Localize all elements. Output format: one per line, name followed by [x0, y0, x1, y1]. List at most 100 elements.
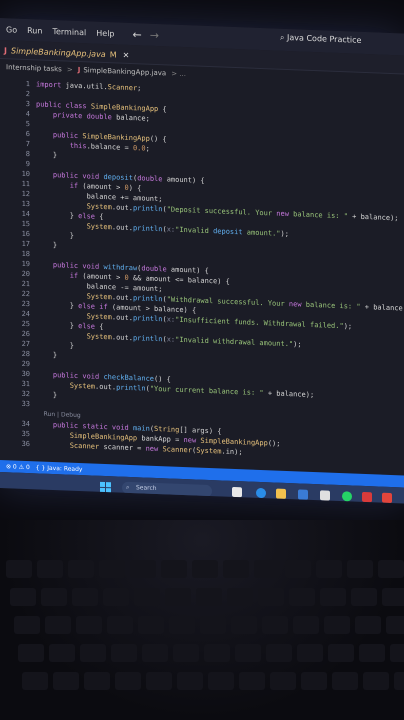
- keyboard-key: [165, 588, 191, 606]
- line-number: 24: [21, 309, 30, 319]
- menu-help[interactable]: Help: [96, 28, 114, 38]
- code-text: }: [36, 240, 58, 250]
- keyboard-key: [258, 588, 284, 606]
- keyboard-key: [76, 616, 102, 634]
- line-number: 17: [21, 239, 30, 249]
- keyboard-key: [68, 560, 94, 578]
- breadcrumb-separator: >: [66, 65, 73, 74]
- breadcrumb-folder[interactable]: Internship tasks: [6, 63, 62, 73]
- keyboard-key: [386, 616, 404, 634]
- modified-badge: M: [109, 49, 117, 59]
- line-number: 19: [21, 259, 30, 269]
- monitor-screen: Go Run Terminal Help ← → ⌕ Java Code Pra…: [0, 18, 404, 504]
- line-number: 11: [21, 179, 30, 189]
- menu-run[interactable]: Run: [27, 26, 42, 36]
- line-number: 20: [21, 269, 30, 279]
- keyboard-key: [192, 560, 218, 578]
- keyboard-key: [351, 588, 377, 606]
- java-file-icon: J: [77, 65, 81, 75]
- search-icon: ⌕: [126, 483, 130, 491]
- line-number: 14: [21, 209, 30, 219]
- edge-browser-icon[interactable]: [256, 487, 266, 499]
- keyboard-key: [10, 588, 36, 606]
- line-number: 4: [25, 109, 30, 119]
- line-number: 3: [25, 99, 30, 109]
- keyboard-key: [37, 560, 63, 578]
- close-icon[interactable]: ✕: [123, 50, 130, 59]
- tab-simplebankingapp[interactable]: J SimpleBankingApp.java M ✕: [4, 42, 129, 63]
- file-explorer-icon[interactable]: [276, 488, 286, 499]
- store-icon[interactable]: [298, 489, 308, 500]
- code-editor[interactable]: 1 import java.util.Scanner; 2 3 public class…: [0, 78, 404, 474]
- keyboard-key: [390, 644, 404, 662]
- line-number: 33: [21, 399, 30, 409]
- code-text: System.out.println(x:"Invalid withdrawal…: [86, 332, 302, 349]
- keyboard-key: [161, 560, 187, 578]
- keyboard-key: [320, 588, 346, 606]
- app-icon-orange[interactable]: [382, 492, 392, 504]
- line-number: 9: [25, 159, 30, 169]
- code-text: System.out.println(x:"Invalid deposit am…: [86, 222, 289, 239]
- menu-terminal[interactable]: Terminal: [52, 27, 86, 37]
- keyboard-key: [239, 672, 265, 690]
- code-text: }: [36, 390, 58, 400]
- keyboard-key: [142, 644, 168, 662]
- keyboard-key: [22, 672, 48, 690]
- keyboard-key: [293, 616, 319, 634]
- keyboard-key: [41, 588, 67, 606]
- whatsapp-icon[interactable]: [342, 491, 352, 502]
- keyboard-key: [138, 616, 164, 634]
- code-text: System.out.println("Your current balance…: [69, 381, 315, 400]
- keyboard-key: [45, 616, 71, 634]
- keyboard-key: [378, 560, 404, 578]
- problems-indicator[interactable]: ⊗ 0 ⚠ 0: [6, 463, 30, 471]
- line-number: 1: [25, 79, 30, 89]
- keyboard-key: [266, 644, 292, 662]
- keyboard-key: [223, 560, 249, 578]
- line-number: 16: [21, 229, 30, 239]
- keyboard-key: [14, 616, 40, 634]
- line-number: 6: [25, 129, 30, 139]
- keyboard-key: [173, 644, 199, 662]
- line-number: 31: [21, 379, 30, 389]
- line-number: 25: [21, 319, 30, 329]
- keyboard-key: [231, 616, 257, 634]
- line-number: 34: [21, 419, 30, 429]
- keyboard-key: [355, 616, 381, 634]
- taskbar-search[interactable]: ⌕ Search: [122, 481, 212, 498]
- command-center-search[interactable]: ⌕ Java Code Practice: [280, 33, 361, 46]
- keyboard-key: [115, 672, 141, 690]
- line-number: 26: [21, 329, 30, 339]
- keyboard-key: [72, 588, 98, 606]
- keyboard-key: [227, 588, 253, 606]
- line-number: 29: [21, 359, 30, 369]
- line-number: 10: [21, 169, 30, 179]
- back-arrow-icon[interactable]: ←: [133, 28, 142, 41]
- line-number: 5: [25, 119, 30, 129]
- keyboard-key: [200, 616, 226, 634]
- menu-go[interactable]: Go: [6, 25, 17, 34]
- line-number: 21: [21, 279, 30, 289]
- mail-icon[interactable]: [320, 490, 330, 501]
- keyboard-key: [107, 616, 133, 634]
- line-number: 18: [21, 249, 30, 259]
- task-view-icon[interactable]: [232, 486, 242, 498]
- java-status[interactable]: { } Java: Ready: [36, 464, 83, 473]
- breadcrumb-more[interactable]: > ...: [171, 70, 186, 79]
- keyboard-key: [196, 588, 222, 606]
- keyboard-key: [208, 672, 234, 690]
- keyboard-key: [134, 588, 160, 606]
- line-number: 27: [21, 339, 30, 349]
- keyboard-key: [297, 644, 323, 662]
- breadcrumb-file[interactable]: SimpleBankingApp.java: [83, 66, 166, 77]
- forward-arrow-icon[interactable]: →: [150, 28, 159, 41]
- windows-start-icon[interactable]: [100, 481, 111, 494]
- line-number: 28: [21, 349, 30, 359]
- taskbar-search-label: Search: [136, 484, 157, 493]
- keyboard-key: [177, 672, 203, 690]
- line-number: 30: [21, 369, 30, 379]
- line-number: 15: [21, 219, 30, 229]
- app-icon-red[interactable]: [362, 491, 372, 503]
- keyboard-key: [289, 588, 315, 606]
- code-text: }: [36, 350, 58, 360]
